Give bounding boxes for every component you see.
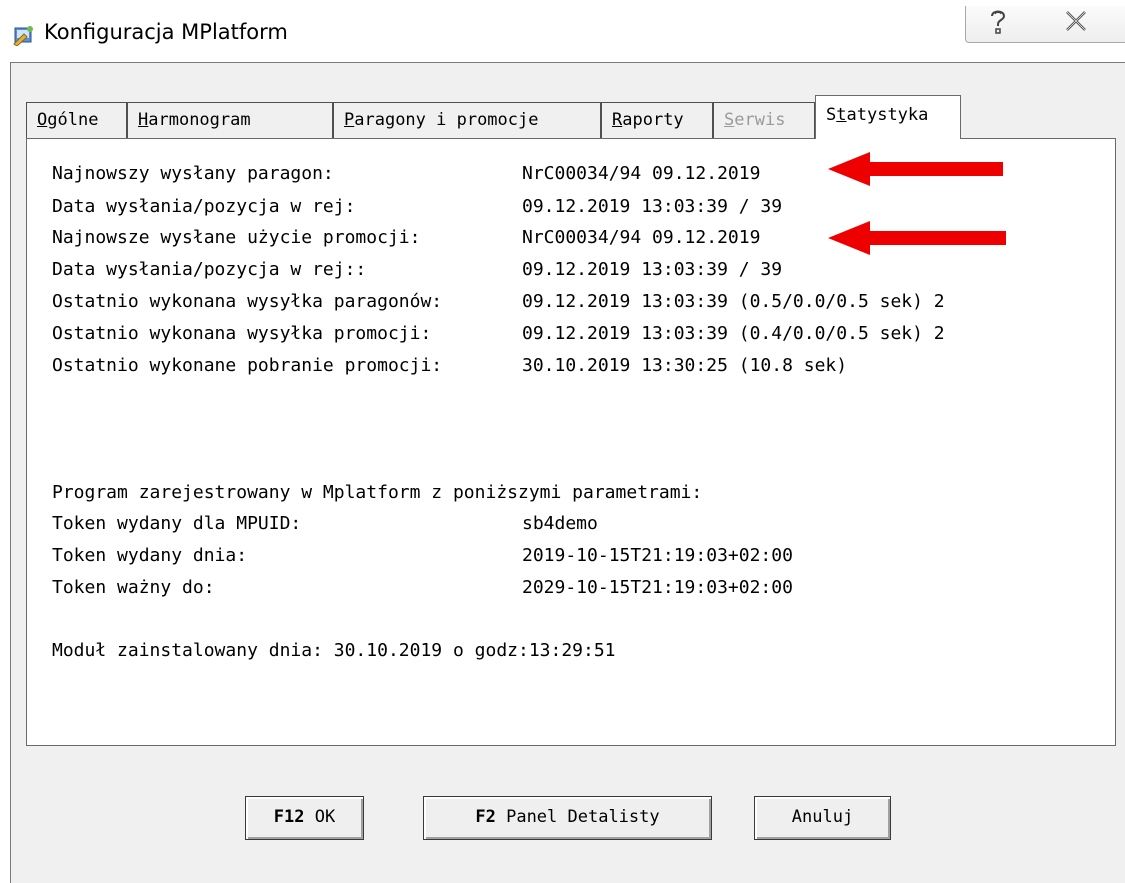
- panel-button-label: Panel Detalisty: [506, 807, 660, 827]
- registration-label: Token ważny do:: [52, 577, 215, 598]
- ok-button[interactable]: F12 OK: [245, 796, 364, 840]
- tab-statystyka[interactable]: Statystyka: [815, 95, 961, 139]
- registration-value: 2019-10-15T21:19:03+02:00: [522, 545, 793, 566]
- stat-label: Najnowsze wysłane użycie promocji:: [52, 227, 421, 248]
- help-icon: [991, 10, 1006, 34]
- tab-label: Raporty: [612, 110, 684, 130]
- stat-label: Ostatnio wykonana wysyłka promocji:: [52, 323, 432, 344]
- tab-label: Paragony i promocje: [344, 110, 539, 130]
- tab-label: Statystyka: [826, 105, 929, 125]
- window-title: Konfiguracja MPlatform: [44, 20, 288, 44]
- registration-label: Token wydany dla MPUID:: [52, 513, 302, 534]
- stat-value: NrC00034/94 09.12.2019: [522, 163, 761, 184]
- stat-value: 09.12.2019 13:03:39 (0.5/0.0/0.5 sek) 2: [522, 291, 945, 312]
- tab-ogolne[interactable]: Ogólne: [26, 102, 127, 138]
- red-arrow-icon: [828, 152, 1003, 186]
- ok-button-key: F12: [273, 807, 305, 827]
- ok-button-label: OK: [314, 807, 336, 827]
- close-icon: [1066, 11, 1086, 31]
- tab-raporty[interactable]: Raporty: [601, 102, 713, 138]
- stat-value: NrC00034/94 09.12.2019: [522, 227, 761, 248]
- tab-label: Serwis: [724, 110, 786, 130]
- stat-label: Data wysłania/pozycja w rej::: [52, 259, 367, 280]
- stat-value: 09.12.2019 13:03:39 / 39: [522, 259, 783, 280]
- close-button[interactable]: [1027, 6, 1125, 43]
- stat-label: Ostatnio wykonane pobranie promocji:: [52, 355, 443, 376]
- help-button[interactable]: [965, 6, 1029, 43]
- red-arrow-icon: [828, 221, 1006, 255]
- panel-button-key: F2: [475, 807, 496, 827]
- install-date-text: Moduł zainstalowany dnia: 30.10.2019 o g…: [52, 640, 616, 661]
- tab-paragony-i-promocje[interactable]: Paragony i promocje: [333, 102, 601, 138]
- panel-detalisty-button[interactable]: F2 Panel Detalisty: [423, 796, 712, 840]
- stat-label: Ostatnio wykonana wysyłka paragonów:: [52, 291, 443, 312]
- stat-value: 09.12.2019 13:03:39 (0.4/0.0/0.5 sek) 2: [522, 323, 945, 344]
- tab-harmonogram[interactable]: Harmonogram: [127, 102, 333, 138]
- cancel-button[interactable]: Anuluj: [754, 796, 891, 840]
- registration-value: sb4demo: [522, 513, 598, 534]
- stat-label: Data wysłania/pozycja w rej:: [52, 196, 356, 217]
- registration-label: Token wydany dnia:: [52, 545, 248, 566]
- registration-heading: Program zarejestrowany w Mplatform z pon…: [52, 482, 703, 503]
- stat-value: 30.10.2019 13:30:25 (10.8 sek): [522, 355, 848, 376]
- stat-value: 09.12.2019 13:03:39 / 39: [522, 196, 783, 217]
- tab-label: Harmonogram: [138, 110, 251, 130]
- app-icon: [12, 24, 36, 47]
- cancel-button-label: Anuluj: [791, 807, 854, 827]
- registration-value: 2029-10-15T21:19:03+02:00: [522, 577, 793, 598]
- tab-serwis: Serwis: [713, 102, 815, 138]
- stat-label: Najnowszy wysłany paragon:: [52, 163, 334, 184]
- title-bar: Konfiguracja MPlatform: [0, 0, 1125, 62]
